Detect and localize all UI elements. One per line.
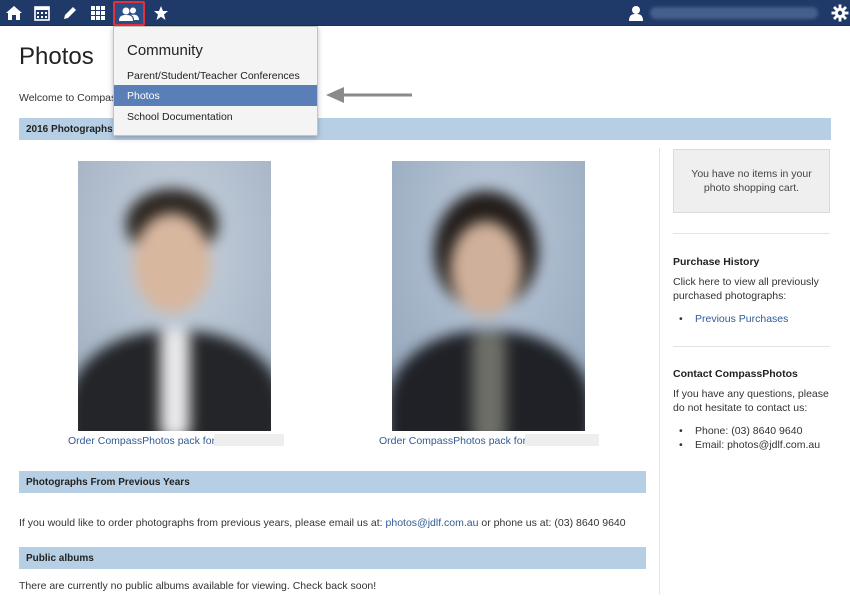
shopping-cart-text: You have no items in your photo shopping… — [691, 168, 812, 194]
menu-item-photos[interactable]: Photos — [114, 85, 317, 106]
community-people-icon[interactable] — [113, 1, 145, 26]
menu-item-school-documentation[interactable]: School Documentation — [114, 106, 317, 127]
sidebar-divider — [659, 148, 660, 594]
previous-purchases-link[interactable]: Previous Purchases — [695, 313, 788, 325]
dropdown-title: Community — [127, 42, 203, 59]
order-photos-link-1[interactable]: Order CompassPhotos pack for — [68, 435, 215, 447]
bullet: • — [679, 313, 683, 325]
bullet: • — [679, 425, 683, 437]
previous-years-text: If you would like to order photographs f… — [19, 517, 626, 529]
calendar-icon[interactable] — [28, 0, 56, 26]
menu-item-conferences[interactable]: Parent/Student/Teacher Conferences — [114, 65, 317, 86]
student-name-redacted-1 — [214, 434, 284, 446]
purchase-history-title: Purchase History — [673, 256, 760, 268]
community-dropdown-menu: Community Parent/Student/Teacher Confere… — [113, 26, 318, 136]
contact-phone: Phone: (03) 8640 9640 — [695, 425, 803, 437]
contact-text: If you have any questions, please do not… — [673, 388, 829, 414]
home-icon[interactable] — [0, 0, 28, 26]
pencil-icon[interactable] — [56, 0, 84, 26]
contact-email[interactable]: Email: photos@jdlf.com.au — [695, 439, 820, 451]
public-albums-text: There are currently no public albums ava… — [19, 580, 377, 592]
star-icon[interactable] — [147, 0, 175, 26]
arrow-pointer-icon — [326, 87, 412, 103]
username-redacted — [650, 7, 818, 19]
gear-icon[interactable] — [826, 0, 850, 26]
order-photos-link-2[interactable]: Order CompassPhotos pack for — [379, 435, 526, 447]
bullet: • — [679, 439, 683, 451]
contact-title: Contact CompassPhotos — [673, 368, 798, 380]
previous-years-text-after: or phone us at: (03) 8640 9640 — [481, 517, 626, 529]
purchase-history-text: Click here to view all previously purcha… — [673, 276, 819, 302]
sidebar-separator-2 — [673, 346, 830, 347]
student-photo-1[interactable] — [78, 161, 271, 431]
student-photo-2[interactable] — [392, 161, 585, 431]
student-name-redacted-2 — [525, 434, 599, 446]
page-title: Photos — [19, 43, 94, 70]
user-icon[interactable] — [622, 0, 650, 26]
contact-phone-item: • Phone: (03) 8640 9640 — [679, 425, 802, 437]
sidebar-separator-1 — [673, 233, 830, 234]
purchase-history-list-item: • Previous Purchases — [679, 313, 788, 325]
previous-years-email-link[interactable]: photos@jdlf.com.au — [386, 517, 479, 529]
contact-email-item: • Email: photos@jdlf.com.au — [679, 439, 820, 451]
welcome-text: Welcome to Compass — [19, 92, 115, 104]
shopping-cart-panel: You have no items in your photo shopping… — [673, 149, 830, 213]
previous-years-text-before: If you would like to order photographs f… — [19, 517, 383, 529]
section-header-public-albums: Public albums — [19, 547, 646, 569]
section-header-previous-years: Photographs From Previous Years — [19, 471, 646, 493]
apps-grid-icon[interactable] — [84, 0, 112, 26]
top-navigation-bar — [0, 0, 850, 26]
